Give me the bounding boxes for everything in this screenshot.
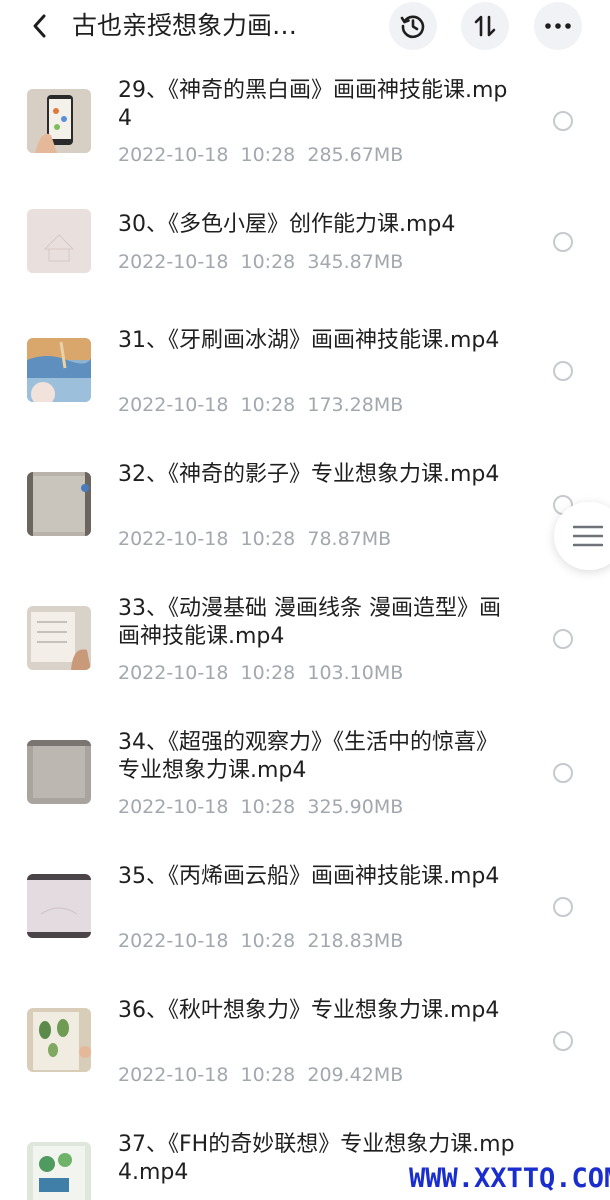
file-row[interactable]: 30、《多色小屋》创作能力课.mp4 2022-10-18 10:28 345.… (0, 186, 610, 320)
folder-title: 古也亲授想象力画… (72, 11, 298, 40)
sort-arrows-icon (474, 15, 496, 37)
file-row[interactable]: 29、《神奇的黑白画》画画神技能课.mp4 2022-10-18 10:28 2… (0, 52, 610, 186)
file-date: 2022-10-18 10:28 (118, 662, 296, 684)
chevron-left-icon (33, 14, 46, 38)
file-meta: 2022-10-18 10:28 173.28MB (118, 393, 403, 417)
file-name: 29、《神奇的黑白画》画画神技能课.mp4 (118, 78, 508, 131)
file-size: 285.67MB (307, 144, 404, 166)
video-thumbnail (27, 740, 91, 804)
select-radio[interactable] (553, 897, 573, 917)
select-radio[interactable] (553, 232, 573, 252)
file-row[interactable]: 35、《丙烯画云船》画画神技能课.mp4 2022-10-18 10:28 21… (0, 856, 610, 990)
more-button[interactable] (534, 2, 582, 50)
file-date: 2022-10-18 10:28 (118, 144, 296, 166)
file-name: 34、《超强的观察力》《生活中的惊喜》专业想象力课.mp4 (118, 730, 498, 783)
file-size: 325.90MB (307, 796, 404, 818)
file-row[interactable]: 34、《超强的观察力》《生活中的惊喜》专业想象力课.mp4 2022-10-18… (0, 722, 610, 856)
file-date: 2022-10-18 10:28 (118, 251, 296, 273)
video-thumbnail (27, 1142, 91, 1200)
file-name: 36、《秋叶想象力》专业想象力课.mp4 (118, 998, 500, 1023)
file-date: 2022-10-18 10:28 (118, 796, 296, 818)
file-name: 33、《动漫基础 漫画线条 漫画造型》画画神技能课.mp4 (118, 596, 501, 649)
file-size: 345.87MB (307, 251, 404, 273)
top-bar: 古也亲授想象力画… (0, 0, 610, 52)
file-name: 32、《神奇的影子》专业想象力课.mp4 (118, 462, 500, 487)
select-radio[interactable] (553, 111, 573, 131)
file-date: 2022-10-18 10:28 (118, 528, 296, 550)
file-row[interactable]: 36、《秋叶想象力》专业想象力课.mp4 2022-10-18 10:28 20… (0, 990, 610, 1124)
file-name: 31、《牙刷画冰湖》画画神技能课.mp4 (118, 328, 500, 353)
file-meta: 2022-10-18 10:28 209.42MB (118, 1063, 403, 1087)
video-thumbnail (27, 209, 91, 273)
file-size: 103.10MB (307, 662, 404, 684)
file-date: 2022-10-18 10:28 (118, 394, 296, 416)
clock-history-icon (400, 15, 425, 39)
back-button[interactable] (24, 10, 56, 42)
file-row[interactable]: 31、《牙刷画冰湖》画画神技能课.mp4 2022-10-18 10:28 17… (0, 320, 610, 454)
file-name: 30、《多色小屋》创作能力课.mp4 (118, 212, 456, 237)
select-radio[interactable] (553, 629, 573, 649)
video-thumbnail (27, 338, 91, 402)
video-thumbnail (27, 89, 91, 153)
video-thumbnail (27, 1008, 91, 1072)
file-row[interactable]: 33、《动漫基础 漫画线条 漫画造型》画画神技能课.mp4 2022-10-18… (0, 588, 610, 722)
select-radio[interactable] (553, 1031, 573, 1051)
file-meta: 2022-10-18 10:28 103.10MB (118, 661, 403, 685)
more-dots-icon (545, 23, 571, 29)
file-meta: 2022-10-18 10:28 285.67MB (118, 143, 403, 167)
file-size: 173.28MB (307, 394, 404, 416)
file-name: 35、《丙烯画云船》画画神技能课.mp4 (118, 864, 500, 889)
file-meta: 2022-10-18 10:28 218.83MB (118, 929, 403, 953)
history-button[interactable] (389, 2, 437, 50)
file-list-page: 古也亲授想象力画… 29、《神奇的黑白画》画画神技能课.mp4 2022-10-… (0, 0, 610, 1200)
video-thumbnail (27, 606, 91, 670)
file-size: 209.42MB (307, 1064, 404, 1086)
select-radio[interactable] (553, 361, 573, 381)
menu-lines-icon (573, 525, 603, 547)
file-size: 218.83MB (307, 930, 404, 952)
watermark-text: WWW.XXTTQ.COM (409, 1163, 610, 1194)
video-thumbnail (27, 874, 91, 938)
file-meta: 2022-10-18 10:28 345.87MB (118, 250, 403, 274)
file-date: 2022-10-18 10:28 (118, 930, 296, 952)
sort-button[interactable] (461, 2, 509, 50)
file-meta: 2022-10-18 10:28 325.90MB (118, 795, 403, 819)
file-date: 2022-10-18 10:28 (118, 1064, 296, 1086)
file-meta: 2022-10-18 10:28 78.87MB (118, 527, 391, 551)
file-row[interactable]: 32、《神奇的影子》专业想象力课.mp4 2022-10-18 10:28 78… (0, 454, 610, 588)
file-size: 78.87MB (307, 528, 392, 550)
video-thumbnail (27, 472, 91, 536)
select-radio[interactable] (553, 763, 573, 783)
